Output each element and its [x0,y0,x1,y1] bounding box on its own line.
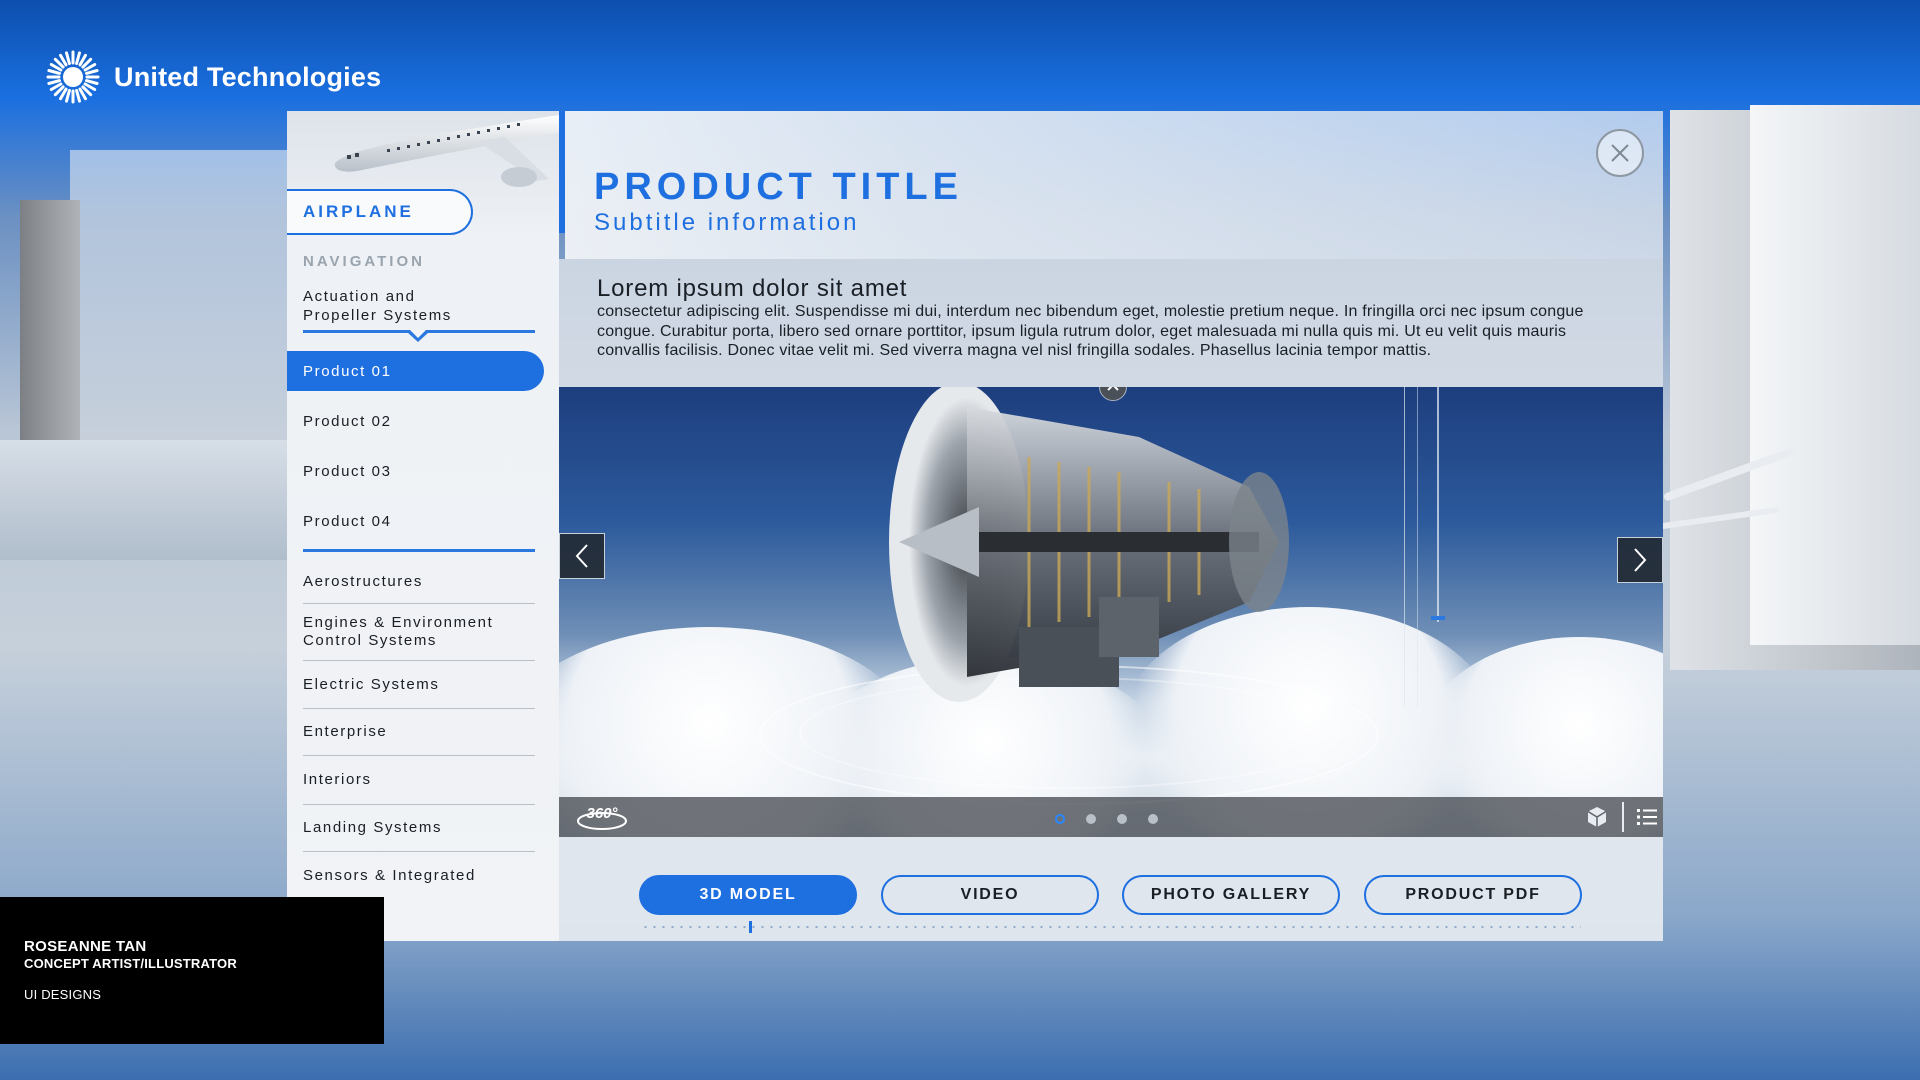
background-ground [0,440,290,560]
chevron-down-icon [407,330,429,342]
chevron-up-icon [1107,387,1119,391]
chevron-right-icon [1634,548,1647,572]
sidebar-item-product-03[interactable]: Product 03 [287,451,544,491]
3d-model-viewer[interactable]: 360° [559,387,1663,837]
next-button[interactable] [1617,537,1663,583]
svg-text:360°: 360° [586,805,618,822]
logo-ray [65,89,71,103]
credit-role: CONCEPT ARTIST/ILLUSTRATOR [24,956,237,971]
viewer-control-bar: 360° [559,797,1663,837]
rotate-360-button[interactable]: 360° [575,801,629,837]
logo-ray [47,79,61,85]
slide-dot[interactable] [1055,814,1065,824]
brand-logo: United Technologies [46,50,381,104]
list-icon [1637,809,1657,825]
background-tower-front [1750,105,1920,645]
background-building [70,150,290,440]
artist-credit: ROSEANNE TAN CONCEPT ARTIST/ILLUSTRATOR … [0,897,384,1044]
page-subtitle: Subtitle information [594,209,860,236]
logo-ray [85,79,99,85]
products-divider [303,549,535,552]
background-building-dark [20,200,80,440]
tab-photo-gallery[interactable]: PHOTO GALLERY [1122,875,1340,915]
section-tab-airplane[interactable]: AIRPLANE [287,189,473,235]
list-view-button[interactable] [1635,805,1659,834]
sidebar-item-product-01[interactable]: Product 01 [287,351,544,391]
slide-dot[interactable] [1117,814,1127,824]
page-title: PRODUCT TITLE [594,166,963,208]
sidebar-item-aerostructures[interactable]: Aerostructures [303,560,535,604]
jet-engine-cutaway [889,387,1289,702]
depth-scroll-track[interactable] [1404,387,1418,707]
progress-tick-active [749,921,752,933]
sidebar-item-sensors[interactable]: Sensors & Integrated [303,852,535,900]
logo-ray [65,51,71,65]
slide-dot[interactable] [1086,814,1096,824]
logo-ray [75,51,81,65]
sidebar-item-electric-systems[interactable]: Electric Systems [303,661,535,709]
nav-parent-category[interactable]: Actuation and Propeller Systems [303,287,452,325]
slide-dot[interactable] [1148,814,1158,824]
rotate-360-icon: 360° [577,805,627,830]
sidebar-item-engines[interactable]: Engines & Environment Control Systems [303,604,535,661]
credit-section: UI DESIGNS [24,987,102,1002]
progress-tick-line [641,925,1581,929]
logo-ray [85,69,99,75]
tab-video[interactable]: VIDEO [881,875,1099,915]
chevron-left-icon [575,544,588,568]
credit-name: ROSEANNE TAN [24,938,147,955]
sidebar-item-product-04[interactable]: Product 04 [287,501,544,541]
sidebar-item-enterprise[interactable]: Enterprise [303,709,535,756]
tab-3d-model[interactable]: 3D MODEL [639,875,857,915]
sidebar-item-interiors[interactable]: Interiors [303,756,535,805]
cube-icon [1587,807,1607,827]
logo-ray [47,69,61,75]
bar-separator [1622,802,1624,832]
tab-product-pdf[interactable]: PRODUCT PDF [1364,875,1582,915]
depth-scroll-thumb[interactable] [1431,616,1445,620]
sidebar-item-landing-systems[interactable]: Landing Systems [303,805,535,852]
description-box: Lorem ipsum dolor sit amet consectetur a… [559,259,1663,387]
description-heading: Lorem ipsum dolor sit amet [597,275,908,302]
product-panel: AIRPLANE NAVIGATION Actuation and Propel… [287,111,1663,941]
sidebar: AIRPLANE NAVIGATION Actuation and Propel… [287,111,559,941]
cube-view-button[interactable] [1585,805,1609,834]
depth-scroll-marker [1437,387,1439,622]
media-tabs-area: 3D MODEL VIDEO PHOTO GALLERY PRODUCT PDF [559,837,1663,941]
brand-name: United Technologies [114,61,382,92]
sunburst-logo-icon [46,50,100,104]
close-icon [1611,144,1629,162]
logo-ray [75,89,81,103]
navigation-heading: NAVIGATION [303,253,425,270]
prev-button[interactable] [559,533,605,579]
sidebar-item-product-02[interactable]: Product 02 [287,401,544,441]
airplane-illustration [334,115,559,187]
description-body: consectetur adipiscing elit. Suspendisse… [597,303,1584,359]
close-button[interactable] [1596,129,1644,177]
